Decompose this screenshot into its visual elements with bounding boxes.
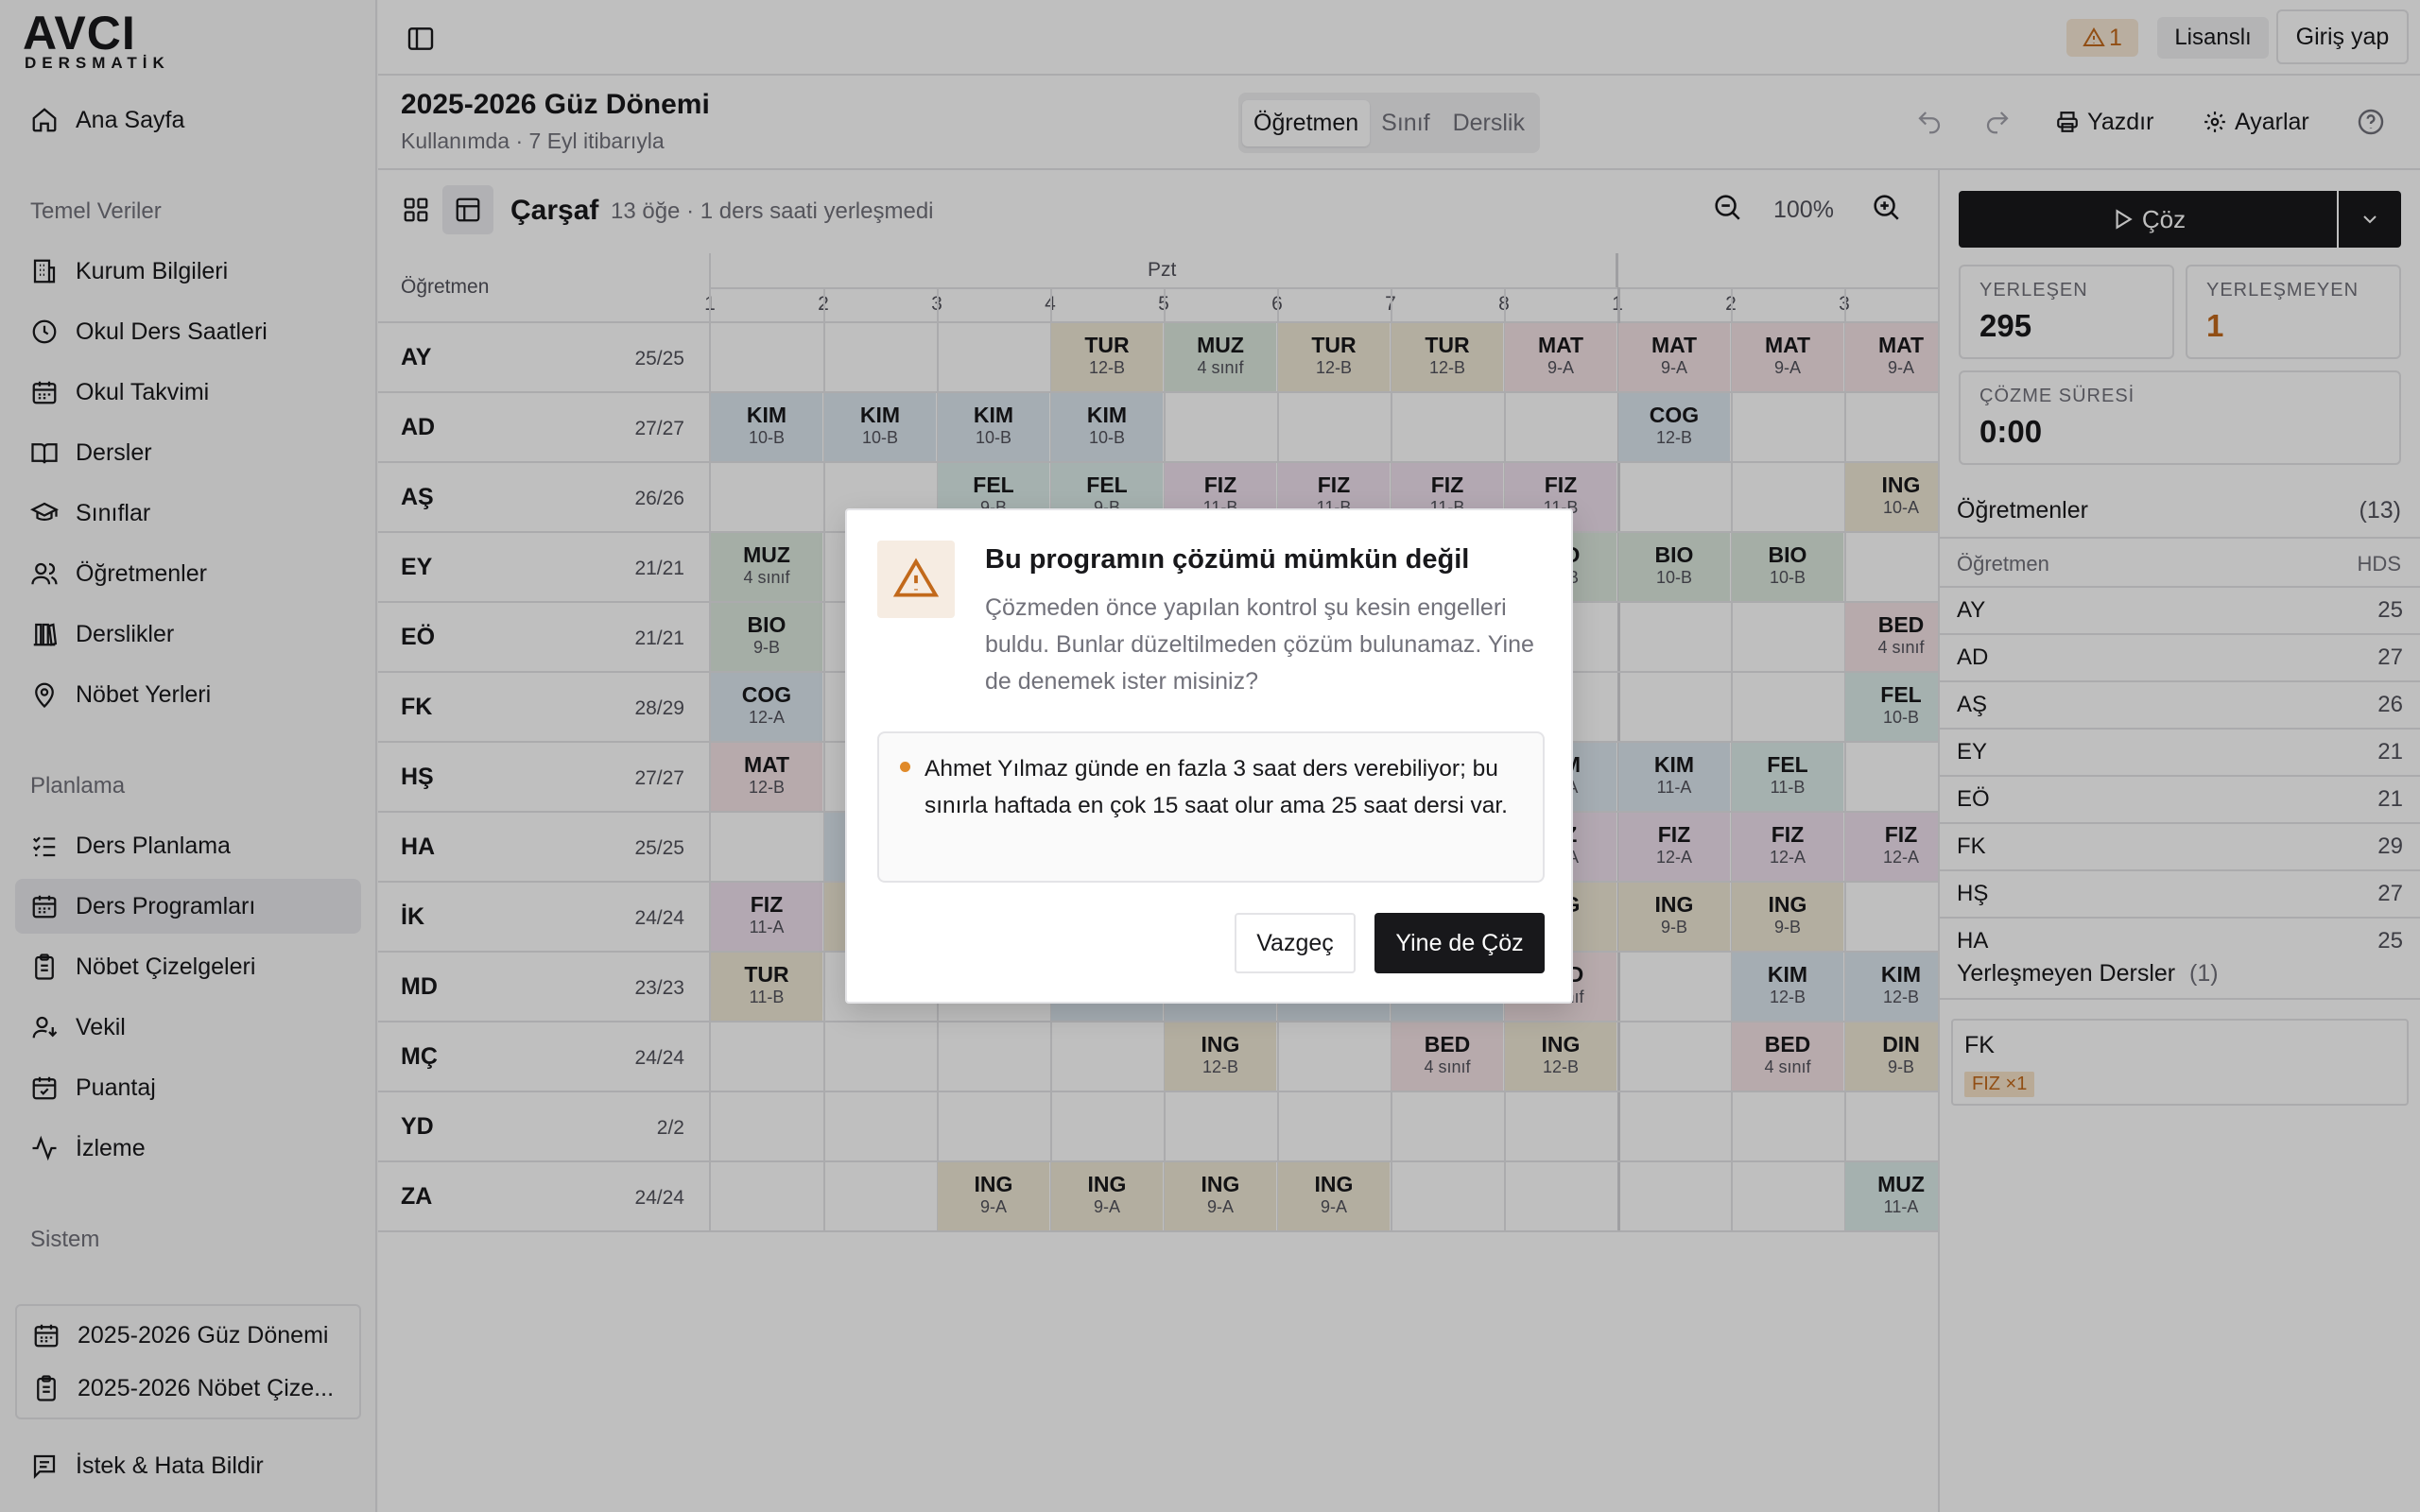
infeasible-dialog: Bu programın çözümü mümkün değil Çözmede…	[845, 508, 1573, 1004]
warning-icon-box	[877, 541, 955, 618]
dialog-description: Çözmeden önce yapılan kontrol şu kesin e…	[985, 594, 1534, 695]
cancel-button[interactable]: Vazgeç	[1235, 913, 1356, 973]
dialog-title: Bu programın çözümü mümkün değil	[985, 544, 1470, 575]
warning-icon	[892, 558, 940, 597]
issue-text: Ahmet Yılmaz günde en fazla 3 saat ders …	[925, 756, 1508, 818]
blocking-issue: Ahmet Yılmaz günde en fazla 3 saat ders …	[877, 731, 1545, 883]
issue-bullet	[900, 762, 910, 772]
solve-anyway-button[interactable]: Yine de Çöz	[1374, 913, 1545, 973]
